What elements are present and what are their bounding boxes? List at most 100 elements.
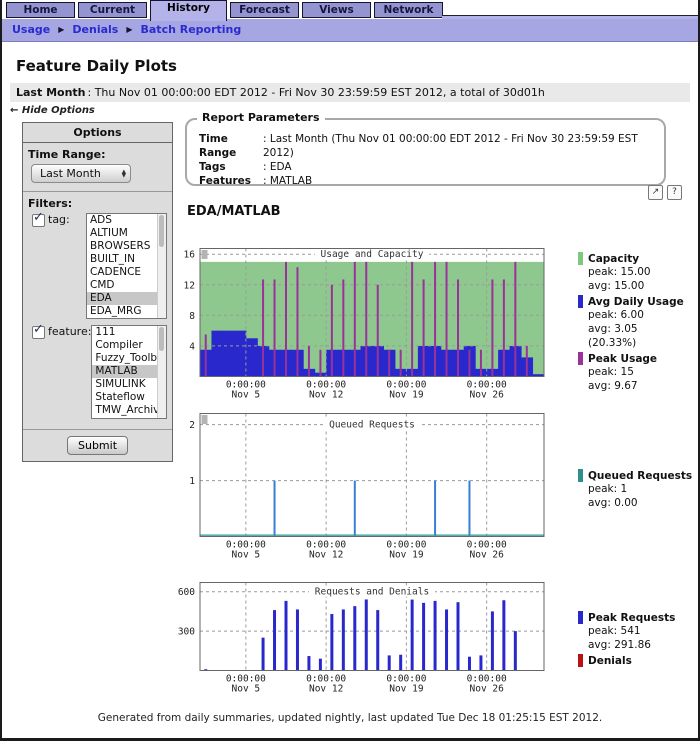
- list-item[interactable]: MATLAB: [92, 365, 158, 378]
- svg-text:Usage and Capacity: Usage and Capacity: [321, 249, 424, 260]
- breadcrumb: Usage ▶ Denials ▶ Batch Reporting: [2, 19, 698, 42]
- legend-entry: Denials: [578, 654, 698, 667]
- legend-entry: Capacity: [578, 252, 698, 265]
- legend-entry: Queued Requests: [578, 469, 698, 482]
- report-parameters-rows: Time Range : Last Month (Thu Nov 01 00:0…: [187, 120, 664, 188]
- legend-swatch-icon: [578, 252, 583, 265]
- requests-denials-plot: Requests and Denials3006000:00:00Nov 50:…: [174, 582, 550, 700]
- tag-filter-row: ✓ tag: ADSALTIUMBROWSERSBUILT_INCADENCEC…: [32, 213, 167, 319]
- feature-listbox[interactable]: 111CompilerFuzzy_ToolboxMATLABSIMULINKSt…: [91, 325, 167, 419]
- tab-views[interactable]: Views: [302, 2, 371, 18]
- svg-text:Nov 12: Nov 12: [309, 684, 343, 695]
- scrollbar-thumb[interactable]: [159, 327, 164, 351]
- chart-canvas: Usage and Capacity4812160:00:00Nov 50:00…: [174, 248, 550, 402]
- svg-text:Nov 5: Nov 5: [232, 550, 261, 561]
- list-item[interactable]: EDA_MRG: [87, 305, 158, 318]
- time-range-select[interactable]: Last Month ▲▼: [31, 164, 131, 183]
- app-window: Home Current History Forecast Views Netw…: [0, 0, 700, 741]
- list-item[interactable]: CMD: [87, 279, 158, 292]
- tab-current[interactable]: Current: [78, 2, 147, 18]
- filters-label: Filters:: [28, 197, 167, 210]
- hide-options-link[interactable]: ← Hide Options: [10, 105, 95, 116]
- svg-text:Nov 26: Nov 26: [470, 390, 505, 401]
- legend-swatch-icon: [578, 352, 583, 365]
- period-label: Last Month: [16, 86, 86, 99]
- breadcrumb-batch-reporting[interactable]: Batch Reporting: [141, 23, 242, 36]
- tag-listbox[interactable]: ADSALTIUMBROWSERSBUILT_INCADENCECMDEDAED…: [86, 213, 167, 319]
- svg-text:300: 300: [178, 627, 195, 638]
- usage-capacity-plot: Usage and Capacity4812160:00:00Nov 50:00…: [174, 248, 550, 406]
- list-item[interactable]: EDA: [87, 292, 158, 305]
- breadcrumb-separator-icon: ▶: [58, 25, 64, 34]
- filters-section: Filters: ✓ tag: ADSALTIUMBROWSERSBUILT_I…: [23, 191, 172, 429]
- list-item[interactable]: Stateflow: [92, 391, 158, 404]
- scrollbar[interactable]: [157, 214, 166, 318]
- export-icon[interactable]: ↗: [648, 185, 663, 200]
- list-item[interactable]: BROWSERS: [87, 240, 158, 253]
- list-item[interactable]: TMW_Archive: [92, 404, 158, 417]
- list-item[interactable]: SIMULINK: [92, 378, 158, 391]
- submit-button[interactable]: Submit: [67, 436, 128, 455]
- feature-checkbox[interactable]: ✓: [32, 326, 45, 339]
- legend-label: Avg Daily Usage: [588, 296, 684, 308]
- chart-canvas: Requests and Denials3006000:00:00Nov 50:…: [174, 582, 550, 696]
- list-item[interactable]: ALTIUM: [87, 227, 158, 240]
- report-parameter-row: Features : MATLAB: [199, 174, 664, 188]
- legend-entry: Peak Usage: [578, 352, 698, 365]
- svg-text:Nov 19: Nov 19: [389, 390, 424, 401]
- legend-swatch-icon: [578, 295, 583, 308]
- legend-entry: Peak Requests: [578, 611, 698, 624]
- scrollbar[interactable]: [157, 326, 166, 418]
- svg-text:Nov 26: Nov 26: [470, 550, 505, 561]
- queued-requests-plot: Queued Requests120:00:00Nov 50:00:00Nov …: [174, 413, 550, 566]
- feature-section-title: EDA/MATLAB: [187, 204, 281, 219]
- list-item[interactable]: Compiler: [92, 339, 158, 352]
- usage-capacity-legend: Capacitypeak: 15.00avg: 15.00Avg Daily U…: [578, 250, 698, 393]
- help-icon[interactable]: ?: [667, 185, 682, 200]
- tab-history[interactable]: History: [150, 0, 227, 21]
- checkmark-icon: ✓: [33, 322, 44, 337]
- report-parameter-row: Tags : EDA: [199, 160, 664, 174]
- select-stepper-icon: ▲▼: [122, 170, 126, 178]
- scrollbar-thumb[interactable]: [159, 215, 164, 247]
- period-text: : Thu Nov 01 00:00:00 EDT 2012 - Fri Nov…: [88, 86, 545, 99]
- legend-swatch-icon: [578, 469, 583, 482]
- time-range-value: Last Month: [40, 167, 101, 180]
- period-summary-bar: Last Month: Thu Nov 01 00:00:00 EDT 2012…: [10, 83, 690, 102]
- svg-text:2: 2: [189, 420, 195, 431]
- svg-text:Nov 12: Nov 12: [309, 550, 343, 561]
- tab-forecast[interactable]: Forecast: [230, 2, 299, 18]
- list-item[interactable]: CADENCE: [87, 266, 158, 279]
- requests-denials-legend: Peak Requestspeak: 541avg: 291.86Denials: [578, 609, 698, 667]
- legend-label: Queued Requests: [588, 470, 692, 482]
- tag-checkbox[interactable]: ✓: [32, 214, 45, 227]
- svg-text:Nov 5: Nov 5: [232, 390, 261, 401]
- list-item[interactable]: ADS: [87, 214, 158, 227]
- tab-home[interactable]: Home: [6, 2, 75, 18]
- list-item[interactable]: Fuzzy_Toolbox: [92, 352, 158, 365]
- svg-text:16: 16: [184, 250, 196, 261]
- feature-filter-row: ✓ feature: 111CompilerFuzzy_ToolboxMATLA…: [32, 325, 167, 419]
- report-parameters-title: Report Parameters: [197, 111, 325, 124]
- list-item[interactable]: BUILT_IN: [87, 253, 158, 266]
- checkmark-icon: ✓: [33, 210, 44, 225]
- list-item[interactable]: 111: [92, 326, 158, 339]
- legend-stat: peak: 15: [588, 365, 698, 379]
- legend-stat: avg: 3.05: [588, 322, 698, 336]
- legend-swatch-icon: [578, 611, 583, 624]
- breadcrumb-separator-icon: ▶: [126, 25, 132, 34]
- breadcrumb-usage[interactable]: Usage: [12, 23, 50, 36]
- feature-label: feature:: [48, 325, 91, 338]
- legend-label: Capacity: [588, 253, 639, 265]
- legend-stat: peak: 15.00: [588, 265, 698, 279]
- options-panel-title: Options: [23, 123, 172, 143]
- svg-text:Nov 26: Nov 26: [470, 684, 505, 695]
- legend-stat: (20.33%): [588, 336, 698, 350]
- tab-network[interactable]: Network: [374, 2, 443, 18]
- breadcrumb-denials[interactable]: Denials: [72, 23, 118, 36]
- legend-stat: peak: 1: [588, 482, 698, 496]
- tag-label: tag:: [48, 213, 70, 226]
- svg-text:Nov 5: Nov 5: [232, 684, 261, 695]
- legend-label: Peak Usage: [588, 353, 657, 365]
- legend-label: Peak Requests: [588, 612, 675, 624]
